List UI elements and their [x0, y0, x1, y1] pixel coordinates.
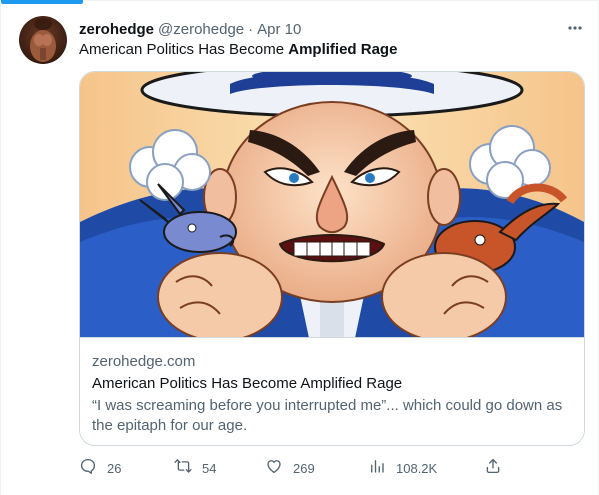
separator-dot: ·: [248, 20, 254, 38]
tweet-text-bold: Amplified Rage: [288, 41, 398, 58]
card-domain: zerohedge.com: [92, 353, 196, 370]
retweet-button[interactable]: 54: [174, 456, 216, 480]
card-image[interactable]: [80, 72, 584, 338]
card-title: American Politics Has Become Amplified R…: [92, 375, 403, 392]
tweet-date[interactable]: Apr 10: [257, 21, 301, 38]
views-count: 108.2K: [396, 460, 438, 476]
link-card[interactable]: zerohedge.com American Politics Has Beco…: [79, 71, 585, 446]
tweet-text: American Politics Has Become Amplified R…: [79, 40, 397, 60]
share-button[interactable]: [484, 456, 502, 480]
top-divider: [83, 0, 598, 1]
reply-count: 26: [107, 460, 122, 476]
views-button[interactable]: 108.2K: [368, 456, 437, 480]
like-button[interactable]: 269: [265, 456, 315, 480]
retweet-count: 54: [202, 460, 217, 476]
tweet-header: zerohedge @zerohedge · Apr 10: [79, 19, 301, 39]
reply-button[interactable]: 26: [79, 456, 121, 480]
reply-icon: [79, 457, 97, 480]
share-icon: [484, 457, 502, 480]
like-count: 269: [293, 460, 315, 476]
top-accent-bar: [1, 0, 83, 4]
action-bar: 26 54 269 108.2K: [79, 456, 509, 480]
avatar[interactable]: [19, 16, 67, 64]
heart-icon: [265, 457, 283, 480]
card-body[interactable]: zerohedge.com American Politics Has Beco…: [92, 352, 574, 436]
tweet-text-prefix: American Politics Has Become: [79, 41, 289, 58]
more-icon[interactable]: [564, 17, 586, 39]
author-handle[interactable]: @zerohedge: [158, 21, 244, 38]
card-description: “I was screaming before you interrupted …: [92, 397, 563, 434]
views-chart-icon: [368, 457, 386, 480]
retweet-icon: [174, 457, 192, 480]
tweet[interactable]: zerohedge @zerohedge · Apr 10 American P…: [0, 0, 599, 495]
author-name[interactable]: zerohedge: [79, 21, 154, 38]
